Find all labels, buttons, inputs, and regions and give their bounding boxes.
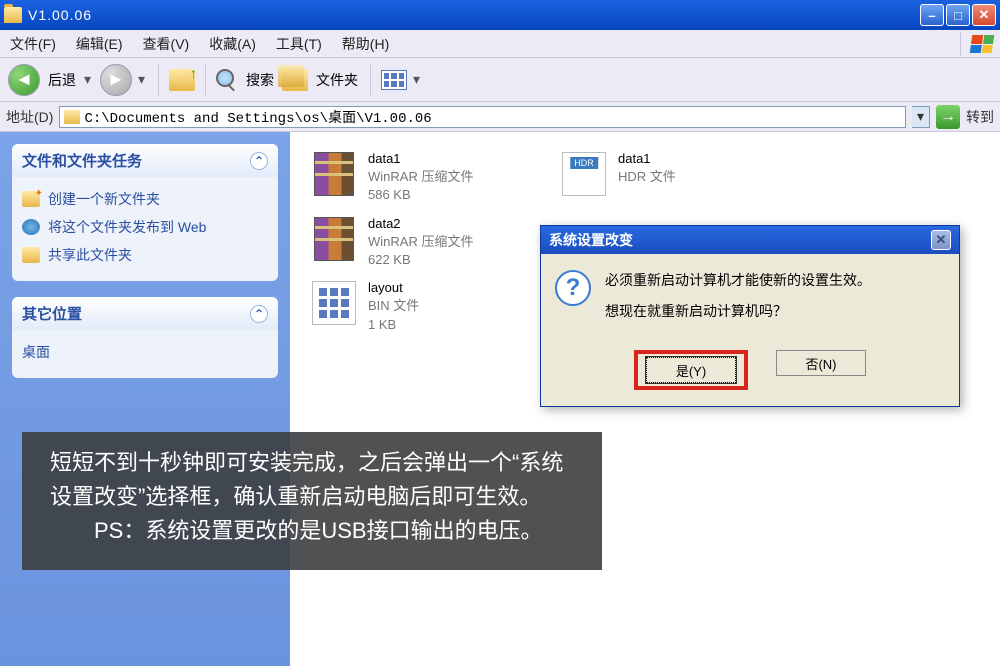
archive-icon <box>310 215 358 263</box>
file-item[interactable]: data1 WinRAR 压缩文件 586 KB <box>310 150 530 205</box>
go-button[interactable]: → <box>936 105 960 129</box>
dialog-titlebar[interactable]: 系统设置改变 ✕ <box>541 226 959 254</box>
views-icon[interactable] <box>381 70 407 90</box>
no-button[interactable]: 否(N) <box>776 350 866 376</box>
task-label: 共享此文件夹 <box>48 245 132 265</box>
chevron-up-icon[interactable]: ⌃ <box>250 305 268 323</box>
dialog-title: 系统设置改变 <box>549 230 633 250</box>
folders-icon[interactable] <box>282 69 308 91</box>
yes-button[interactable]: 是(Y) <box>646 357 736 383</box>
up-folder-icon[interactable] <box>169 69 195 91</box>
menu-file[interactable]: 文件(F) <box>10 34 56 54</box>
menu-fav[interactable]: 收藏(A) <box>209 34 256 54</box>
file-name: data1 <box>618 150 676 168</box>
address-input[interactable]: C:\Documents and Settings\os\桌面\V1.00.06 <box>59 106 906 128</box>
file-size: 1 KB <box>368 316 419 334</box>
archive-icon <box>310 150 358 198</box>
menu-edit[interactable]: 编辑(E) <box>76 34 123 54</box>
window-title: V1.00.06 <box>28 7 920 23</box>
sidebar: 文件和文件夹任务 ⌃ 创建一个新文件夹 将这个文件夹发布到 Web 共享此文件夹 <box>0 132 290 666</box>
bin-icon <box>310 279 358 327</box>
views-dropdown[interactable]: ▾ <box>413 71 423 88</box>
place-label: 桌面 <box>22 342 50 362</box>
forward-dropdown[interactable]: ▾ <box>138 71 148 88</box>
hdr-icon <box>560 150 608 198</box>
places-panel: 其它位置 ⌃ 桌面 <box>12 297 278 378</box>
folder-icon <box>4 7 22 23</box>
question-icon: ? <box>555 270 591 306</box>
minimize-button[interactable]: – <box>920 4 944 26</box>
places-panel-title: 其它位置 <box>22 303 82 324</box>
file-type: HDR 文件 <box>618 168 676 186</box>
forward-button[interactable]: ► <box>100 64 132 96</box>
task-label: 将这个文件夹发布到 Web <box>48 217 206 237</box>
windows-logo-icon <box>960 32 996 56</box>
annotation-line1: 短短不到十秒钟即可安装完成，之后会弹出一个“系统设置改变”选择框，确认重新启动电… <box>50 446 574 514</box>
folders-label[interactable]: 文件夹 <box>316 70 358 90</box>
annotation-line2: PS：系统设置更改的是USB接口输出的电压。 <box>50 514 574 548</box>
file-item[interactable]: data2 WinRAR 压缩文件 622 KB <box>310 215 530 270</box>
chevron-up-icon[interactable]: ⌃ <box>250 152 268 170</box>
address-label: 地址(D) <box>6 107 53 127</box>
dialog-line1: 必须重新启动计算机才能使新的设置生效。 <box>605 270 871 291</box>
file-type: BIN 文件 <box>368 297 419 315</box>
folder-icon <box>64 110 80 124</box>
file-name: data1 <box>368 150 473 168</box>
annotation-overlay: 短短不到十秒钟即可安装完成，之后会弹出一个“系统设置改变”选择框，确认重新启动电… <box>22 432 602 570</box>
address-bar: 地址(D) C:\Documents and Settings\os\桌面\V1… <box>0 102 1000 132</box>
menu-view[interactable]: 查看(V) <box>143 34 190 54</box>
share-icon <box>22 247 40 263</box>
file-name: layout <box>368 279 419 297</box>
back-dropdown[interactable]: ▾ <box>84 71 94 88</box>
dialog-close-button[interactable]: ✕ <box>931 230 951 250</box>
file-size: 586 KB <box>368 186 473 204</box>
dialog-message: 必须重新启动计算机才能使新的设置生效。 想现在就重新启动计算机吗？ <box>605 270 871 332</box>
file-type: WinRAR 压缩文件 <box>368 168 473 186</box>
tasks-panel-title: 文件和文件夹任务 <box>22 150 142 171</box>
tasks-panel: 文件和文件夹任务 ⌃ 创建一个新文件夹 将这个文件夹发布到 Web 共享此文件夹 <box>12 144 278 281</box>
go-label[interactable]: 转到 <box>966 107 994 127</box>
places-panel-header[interactable]: 其它位置 ⌃ <box>12 297 278 330</box>
address-path: C:\Documents and Settings\os\桌面\V1.00.06 <box>84 107 431 127</box>
place-desktop[interactable]: 桌面 <box>22 338 268 366</box>
menu-bar: 文件(F) 编辑(E) 查看(V) 收藏(A) 工具(T) 帮助(H) <box>0 30 1000 58</box>
task-share-folder[interactable]: 共享此文件夹 <box>22 241 268 269</box>
task-publish-web[interactable]: 将这个文件夹发布到 Web <box>22 213 268 241</box>
file-item[interactable]: layout BIN 文件 1 KB <box>310 279 530 334</box>
separator <box>205 64 206 96</box>
highlight-box: 是(Y) <box>634 350 748 390</box>
tasks-panel-header[interactable]: 文件和文件夹任务 ⌃ <box>12 144 278 177</box>
search-icon[interactable] <box>216 69 238 91</box>
file-item[interactable]: data1 HDR 文件 <box>560 150 780 205</box>
back-label: 后退 <box>48 70 76 90</box>
file-type: WinRAR 压缩文件 <box>368 233 473 251</box>
close-button[interactable]: ✕ <box>972 4 996 26</box>
toolbar: ◄ 后退 ▾ ► ▾ 搜索 文件夹 ▾ <box>0 58 1000 102</box>
separator <box>158 64 159 96</box>
dialog-line2: 想现在就重新启动计算机吗？ <box>605 301 871 322</box>
task-new-folder[interactable]: 创建一个新文件夹 <box>22 185 268 213</box>
back-button[interactable]: ◄ <box>8 64 40 96</box>
system-settings-dialog: 系统设置改变 ✕ ? 必须重新启动计算机才能使新的设置生效。 想现在就重新启动计… <box>540 225 960 407</box>
new-folder-icon <box>22 191 40 207</box>
address-dropdown[interactable]: ▾ <box>912 106 930 128</box>
file-name: data2 <box>368 215 473 233</box>
task-label: 创建一个新文件夹 <box>48 189 160 209</box>
window-titlebar: V1.00.06 – □ ✕ <box>0 0 1000 30</box>
maximize-button[interactable]: □ <box>946 4 970 26</box>
menu-tools[interactable]: 工具(T) <box>276 34 322 54</box>
search-label[interactable]: 搜索 <box>246 70 274 90</box>
globe-icon <box>22 219 40 235</box>
separator <box>370 64 371 96</box>
file-size: 622 KB <box>368 251 473 269</box>
menu-help[interactable]: 帮助(H) <box>342 34 389 54</box>
